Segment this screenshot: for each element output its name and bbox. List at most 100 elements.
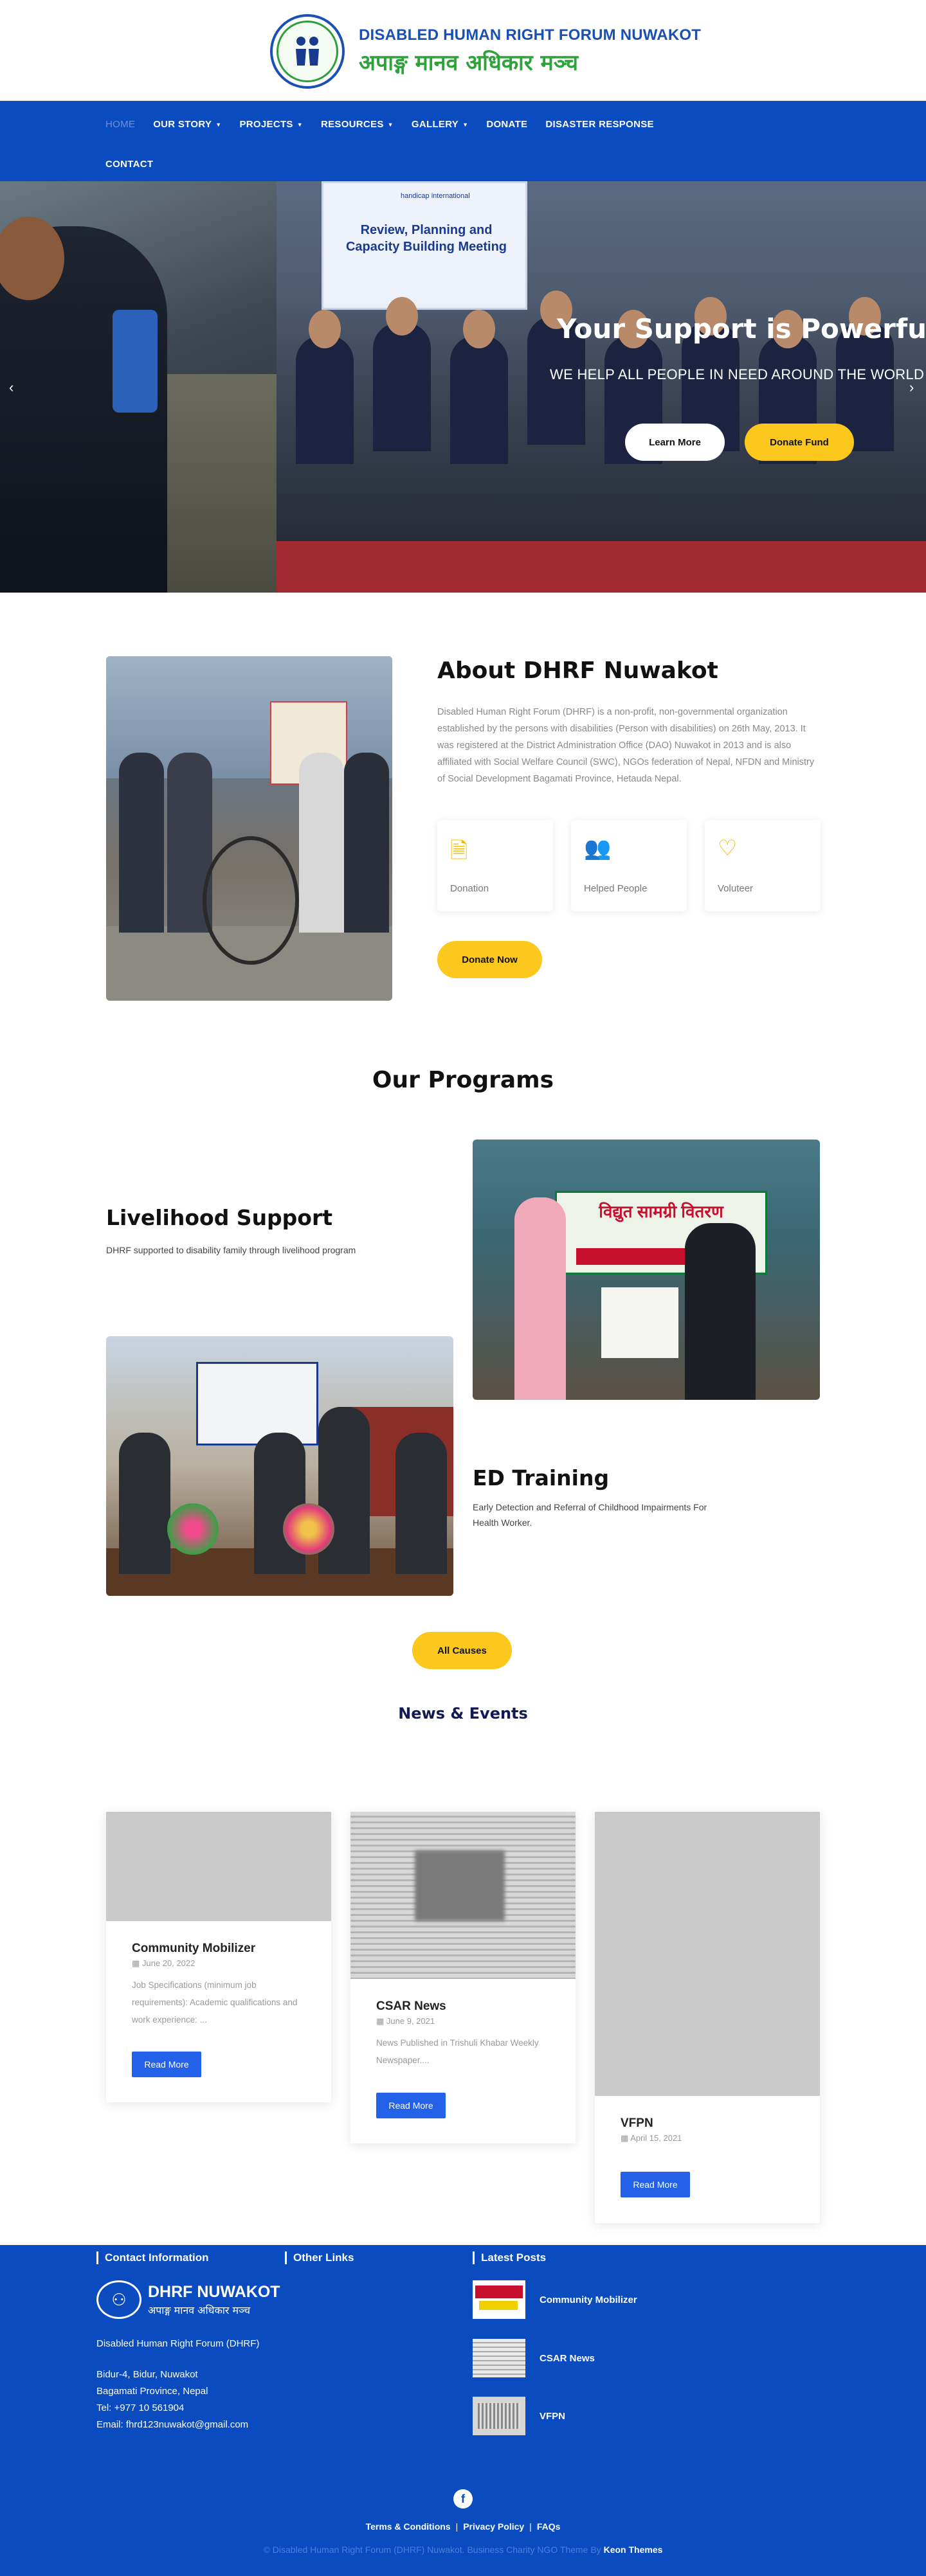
donate-fund-button[interactable]: Donate Fund: [745, 424, 854, 461]
news-card[interactable]: Community Mobilizer ▦ June 20, 2022 Job …: [106, 1812, 331, 2102]
banner-org: handicap international: [401, 192, 470, 200]
nav-label: RESOURCES: [320, 119, 384, 130]
latest-post-thumb: [473, 2397, 525, 2435]
footer-address-1: Bidur-4, Bidur, Nuwakot: [96, 2369, 198, 2380]
nav-label: GALLERY: [411, 119, 459, 130]
news-card-title[interactable]: CSAR News: [376, 1999, 446, 2014]
livelihood-desc: DHRF supported to disability family thro…: [106, 1245, 356, 1255]
slider-next-icon[interactable]: ›: [909, 379, 914, 396]
nav-item-our-story[interactable]: OUR STORY ▼: [144, 114, 230, 135]
document-icon: 🗎: [450, 839, 468, 863]
footer-logo[interactable]: ⚇ DHRF NUWAKOT अपाङ्ग मानव अधिकार मञ्च: [96, 2280, 280, 2319]
footer-tel[interactable]: Tel: +977 10 561904: [96, 2402, 184, 2413]
nav-item-donate[interactable]: DONATE: [477, 114, 536, 135]
news-card-date: ▦ June 20, 2022: [132, 1958, 195, 1969]
stat-card-donation[interactable]: 🗎 Donation: [437, 820, 553, 911]
brand-name-np: अपाङ्ग मानव अधिकार मञ्च: [359, 50, 579, 76]
caret-down-icon: ▼: [462, 121, 469, 128]
ed-training-person: [119, 1433, 170, 1574]
site-logo[interactable]: DISABLED HUMAN RIGHT FORUM NUWAKOT अपाङ्…: [270, 14, 701, 89]
latest-post-item[interactable]: CSAR News: [473, 2339, 595, 2377]
news-date-text: June 9, 2021: [386, 2016, 435, 2026]
hero-photo-right: handicap international Review, Planning …: [277, 181, 926, 593]
read-more-button[interactable]: Read More: [132, 2052, 201, 2077]
logo-emblem-inner: [277, 21, 338, 82]
nav-item-contact[interactable]: CONTACT: [96, 154, 162, 175]
news-card[interactable]: VFPN ▦ April 15, 2021 Read More: [595, 1812, 820, 2223]
stat-card-volunteer[interactable]: ♡ Voluteer: [705, 820, 821, 911]
latest-post-thumb: [473, 2280, 525, 2319]
hero-chairs: [277, 541, 926, 593]
users-icon: 👥: [584, 836, 612, 861]
learn-more-button[interactable]: Learn More: [625, 424, 725, 461]
ed-training-person: [395, 1433, 447, 1574]
footer-email[interactable]: Email: fhrd123nuwakot@gmail.com: [96, 2419, 248, 2430]
theme-author-link[interactable]: Keon Themes: [604, 2545, 663, 2555]
news-card-title[interactable]: VFPN: [621, 2116, 653, 2131]
latest-post-title[interactable]: Community Mobilizer: [540, 2294, 637, 2305]
facebook-icon[interactable]: f: [453, 2489, 473, 2509]
crowd-person: [373, 323, 431, 451]
footer-logo-text: DHRF NUWAKOT अपाङ्ग मानव अधिकार मञ्च: [148, 2283, 280, 2317]
about-image-person: [299, 753, 344, 933]
hero-photo-left: [0, 181, 277, 593]
footer-links-heading: Other Links: [285, 2251, 354, 2264]
latest-post-title[interactable]: CSAR News: [540, 2353, 595, 2364]
heart-icon: ♡: [718, 836, 738, 861]
crowd-face: [386, 297, 418, 335]
nav-item-projects[interactable]: PROJECTS ▼: [230, 114, 311, 135]
privacy-link[interactable]: Privacy Policy: [463, 2521, 524, 2532]
stat-label: Helped People: [584, 883, 648, 894]
latest-post-item[interactable]: Community Mobilizer: [473, 2280, 637, 2319]
about-title: About DHRF Nuwakot: [437, 657, 718, 684]
nav-label: PROJECTS: [239, 119, 293, 130]
ed-training-title: ED Training: [473, 1465, 610, 1490]
meeting-banner: handicap international Review, Planning …: [322, 181, 527, 310]
news-card-excerpt: News Published in Trishuli Khabar Weekly…: [376, 2038, 539, 2065]
site-header: DISABLED HUMAN RIGHT FORUM NUWAKOT अपाङ्…: [0, 0, 926, 101]
footer-org-name: Disabled Human Right Forum (DHRF): [96, 2338, 260, 2349]
news-date-text: June 20, 2022: [141, 1958, 195, 1968]
link-separator: |: [529, 2521, 532, 2532]
about-text: Disabled Human Right Forum (DHRF) is a n…: [437, 707, 815, 784]
footer-posts-heading: Latest Posts: [473, 2251, 546, 2264]
terms-link[interactable]: Terms & Conditions: [366, 2521, 451, 2532]
donate-now-button[interactable]: Donate Now: [437, 941, 542, 978]
brand-text: DISABLED HUMAN RIGHT FORUM NUWAKOT अपाङ्…: [359, 26, 701, 76]
footer-logo-np: अपाङ्ग मानव अधिकार मञ्च: [148, 2303, 251, 2316]
footer-contact-heading: Contact Information: [96, 2251, 209, 2264]
news-image: [595, 1812, 820, 2096]
news-card[interactable]: CSAR News ▦ June 9, 2021 News Published …: [350, 1812, 576, 2143]
nav-item-gallery[interactable]: GALLERY ▼: [403, 114, 477, 135]
caret-down-icon: ▼: [296, 121, 303, 128]
latest-post-title[interactable]: VFPN: [540, 2411, 565, 2422]
stat-label: Voluteer: [718, 883, 754, 894]
nav-item-disaster-response[interactable]: DISASTER RESPONSE: [536, 114, 662, 135]
logo-emblem: [270, 14, 345, 89]
read-more-button[interactable]: Read More: [621, 2172, 690, 2197]
all-causes-button[interactable]: All Causes: [412, 1632, 512, 1669]
latest-post-item[interactable]: VFPN: [473, 2397, 565, 2435]
nav-label: DONATE: [486, 119, 528, 130]
copyright-text: © Disabled Human Right Forum (DHRF) Nuwa…: [263, 2545, 601, 2555]
hero-slider: handicap international Review, Planning …: [0, 181, 926, 593]
calendar-icon: ▦: [376, 2016, 386, 2026]
slider-prev-icon[interactable]: ‹: [9, 379, 14, 396]
programs-title: Our Programs: [372, 1067, 554, 1093]
page: DISABLED HUMAN RIGHT FORUM NUWAKOT अपाङ्…: [0, 0, 926, 2576]
stat-card-helped-people[interactable]: 👥 Helped People: [571, 820, 687, 911]
news-card-date: ▦ June 9, 2021: [376, 2016, 435, 2026]
nav-label: HOME: [105, 119, 136, 130]
faqs-link[interactable]: FAQs: [537, 2521, 561, 2532]
news-card-title[interactable]: Community Mobilizer: [132, 1942, 255, 1956]
calendar-icon: ▦: [621, 2133, 631, 2143]
brand-name-en: DISABLED HUMAN RIGHT FORUM NUWAKOT: [359, 26, 702, 44]
livelihood-person: [685, 1223, 756, 1400]
crowd-person: [450, 335, 508, 464]
latest-post-thumb: [473, 2339, 525, 2377]
read-more-button[interactable]: Read More: [376, 2093, 446, 2118]
nav-item-home[interactable]: HOME: [96, 114, 144, 135]
livelihood-image: विद्युत सामग्री वितरण: [473, 1140, 820, 1400]
news-image-photo: [415, 1850, 505, 1921]
nav-item-resources[interactable]: RESOURCES ▼: [312, 114, 403, 135]
